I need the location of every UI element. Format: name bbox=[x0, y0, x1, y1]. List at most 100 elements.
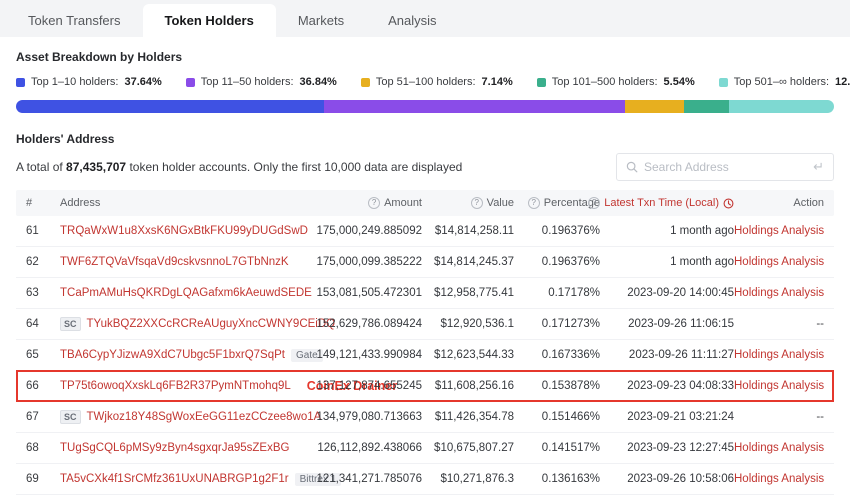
address-link[interactable]: TA5vCXk4f1SrCMfz361UxUNABRGP1g2F1r bbox=[60, 473, 289, 485]
column-header-latest-txn-time-local[interactable]: ? Latest Txn Time (Local) bbox=[600, 197, 734, 209]
address-cell: TBA6CypYJizwA9XdC7Ubgc5F1bxrQ7SqPt Gate bbox=[60, 349, 266, 362]
legend-value: 12.83% bbox=[835, 76, 850, 88]
distribution-bar-segment bbox=[16, 100, 324, 113]
search-box: ↵ bbox=[616, 153, 834, 181]
help-icon: ? bbox=[528, 197, 540, 209]
legend-value: 36.84% bbox=[300, 76, 337, 88]
amount-cell: 153,081,505.472301 bbox=[266, 287, 422, 299]
column-header-value[interactable]: ? Value bbox=[422, 197, 514, 209]
legend-value: 37.64% bbox=[124, 76, 161, 88]
amount-cell: 152,629,786.089424 bbox=[266, 318, 422, 330]
column-header-label: Action bbox=[793, 197, 824, 209]
smart-contract-badge: SC bbox=[60, 317, 81, 331]
holdings-analysis-link[interactable]: Holdings Analysis bbox=[734, 287, 824, 299]
holdings-analysis-link[interactable]: Holdings Analysis bbox=[734, 442, 824, 454]
legend-value: 5.54% bbox=[664, 76, 695, 88]
column-header-label: # bbox=[26, 197, 32, 209]
address-cell: TA5vCXk4f1SrCMfz361UxUNABRGP1g2F1r Bittr… bbox=[60, 473, 266, 486]
page-content: Asset Breakdown by Holders Top 1–10 hold… bbox=[0, 37, 850, 495]
amount-cell: 149,121,433.990984 bbox=[266, 349, 422, 361]
column-header-address[interactable]: Address bbox=[60, 197, 266, 209]
value-cell: $10,675,807.27 bbox=[422, 442, 514, 454]
value-cell: $12,958,775.41 bbox=[422, 287, 514, 299]
holdings-analysis-link[interactable]: Holdings Analysis bbox=[734, 225, 824, 237]
help-icon: ? bbox=[471, 197, 483, 209]
action-cell: Holdings Analysis bbox=[734, 256, 824, 268]
table-row: 65 TBA6CypYJizwA9XdC7Ubgc5F1bxrQ7SqPt Ga… bbox=[16, 340, 834, 371]
percentage-cell: 0.171273% bbox=[514, 318, 600, 330]
txn-time-cell: 2023-09-20 14:00:45 bbox=[600, 287, 734, 299]
amount-cell: 175,000,249.885092 bbox=[266, 225, 422, 237]
legend-label: Top 101–500 holders: bbox=[552, 76, 658, 88]
holdings-analysis-link[interactable]: Holdings Analysis bbox=[734, 380, 824, 392]
legend-swatch bbox=[719, 78, 728, 87]
column-header-percentage[interactable]: ? Percentage bbox=[514, 197, 600, 209]
action-cell: Holdings Analysis bbox=[734, 287, 824, 299]
column-header-[interactable]: # bbox=[26, 197, 60, 209]
total-suffix: token holder accounts. Only the first 10… bbox=[126, 160, 462, 174]
value-cell: $11,608,256.16 bbox=[422, 380, 514, 392]
percentage-cell: 0.196376% bbox=[514, 256, 600, 268]
total-prefix: A total of bbox=[16, 160, 66, 174]
action-cell: Holdings Analysis bbox=[734, 380, 824, 392]
enter-icon: ↵ bbox=[813, 159, 824, 175]
action-cell: Holdings Analysis bbox=[734, 349, 824, 361]
value-cell: $10,271,876.3 bbox=[422, 473, 514, 485]
txn-time-cell: 2023-09-23 04:08:33 bbox=[600, 380, 734, 392]
column-header-label: Value bbox=[487, 197, 514, 209]
column-header-label: Latest Txn Time (Local) bbox=[604, 197, 719, 209]
tab-token-holders[interactable]: Token Holders bbox=[143, 4, 276, 37]
action-cell: -- bbox=[734, 411, 824, 423]
address-link[interactable]: TP75t6owoqXxskLq6FB2R37PymNTmohq9L bbox=[60, 380, 291, 392]
help-icon: ? bbox=[368, 197, 380, 209]
holders-summary-row: A total of 87,435,707 token holder accou… bbox=[16, 153, 834, 181]
rank-cell: 63 bbox=[26, 287, 60, 299]
txn-time-cell: 2023-09-26 11:11:27 bbox=[600, 349, 734, 361]
address-cell: SC TYukBQZ2XXCcRCReAUguyXncCWNY9CEiDQ bbox=[60, 317, 266, 331]
holdings-analysis-link[interactable]: Holdings Analysis bbox=[734, 473, 824, 485]
amount-cell: 121,341,271.785076 bbox=[266, 473, 422, 485]
rank-cell: 61 bbox=[26, 225, 60, 237]
address-link[interactable]: TUgSgCQL6pMSy9zByn4sgxqrJa95sZExBG bbox=[60, 442, 289, 454]
percentage-cell: 0.153878% bbox=[514, 380, 600, 392]
rank-cell: 68 bbox=[26, 442, 60, 454]
distribution-bar-segment bbox=[625, 100, 683, 113]
legend-swatch bbox=[186, 78, 195, 87]
holders-address-title: Holders' Address bbox=[16, 132, 834, 146]
legend-label: Top 501–∞ holders: bbox=[734, 76, 829, 88]
search-input[interactable] bbox=[644, 160, 807, 174]
column-header-action[interactable]: Action bbox=[734, 197, 824, 209]
tab-bar: Token Transfers Token Holders Markets An… bbox=[0, 0, 850, 37]
holdings-analysis-link[interactable]: Holdings Analysis bbox=[734, 256, 824, 268]
table-row: 63 TCaPmAMuHsQKRDgLQAGafxm6kAeuwdSEDE 15… bbox=[16, 278, 834, 309]
percentage-cell: 0.136163% bbox=[514, 473, 600, 485]
table-row: 69 TA5vCXk4f1SrCMfz361UxUNABRGP1g2F1r Bi… bbox=[16, 464, 834, 495]
address-cell: TCaPmAMuHsQKRDgLQAGafxm6kAeuwdSEDE bbox=[60, 287, 266, 299]
holders-legend: Top 1–10 holders: 37.64% Top 11–50 holde… bbox=[16, 76, 834, 88]
address-cell: TWF6ZTQVaVfsqaVd9cskvsnnoL7GTbNnzK bbox=[60, 256, 266, 268]
table-row: 67 SC TWjkoz18Y48SgWoxEeGG11ezCCzee8wo1A… bbox=[16, 402, 834, 433]
legend-swatch bbox=[16, 78, 25, 87]
column-header-amount[interactable]: ? Amount bbox=[266, 197, 422, 209]
action-cell: Holdings Analysis bbox=[734, 225, 824, 237]
tab-markets[interactable]: Markets bbox=[276, 4, 366, 37]
address-cell: TRQaWxW1u8XxsK6NGxBtkFKU99yDUGdSwD bbox=[60, 225, 266, 237]
amount-cell: 126,112,892.438066 bbox=[266, 442, 422, 454]
value-cell: $12,920,536.1 bbox=[422, 318, 514, 330]
tab-token-transfers[interactable]: Token Transfers bbox=[6, 4, 143, 37]
legend-item: Top 1–10 holders: 37.64% bbox=[16, 76, 162, 88]
holders-table: # Address ? Amount ? Value ? Percentage … bbox=[16, 190, 834, 495]
tab-analysis[interactable]: Analysis bbox=[366, 4, 458, 37]
table-row: 61 TRQaWxW1u8XxsK6NGxBtkFKU99yDUGdSwD 17… bbox=[16, 216, 834, 247]
address-link[interactable]: TWF6ZTQVaVfsqaVd9cskvsnnoL7GTbNnzK bbox=[60, 256, 289, 268]
address-link[interactable]: TBA6CypYJizwA9XdC7Ubgc5F1bxrQ7SqPt bbox=[60, 349, 285, 361]
legend-item: Top 11–50 holders: 36.84% bbox=[186, 76, 337, 88]
legend-label: Top 11–50 holders: bbox=[201, 76, 294, 88]
legend-item: Top 101–500 holders: 5.54% bbox=[537, 76, 695, 88]
rank-cell: 65 bbox=[26, 349, 60, 361]
address-cell: SC TWjkoz18Y48SgWoxEeGG11ezCCzee8wo1A bbox=[60, 410, 266, 424]
rank-cell: 64 bbox=[26, 318, 60, 330]
distribution-bar bbox=[16, 100, 834, 113]
asset-breakdown-title: Asset Breakdown by Holders bbox=[16, 50, 834, 64]
holdings-analysis-link[interactable]: Holdings Analysis bbox=[734, 349, 824, 361]
